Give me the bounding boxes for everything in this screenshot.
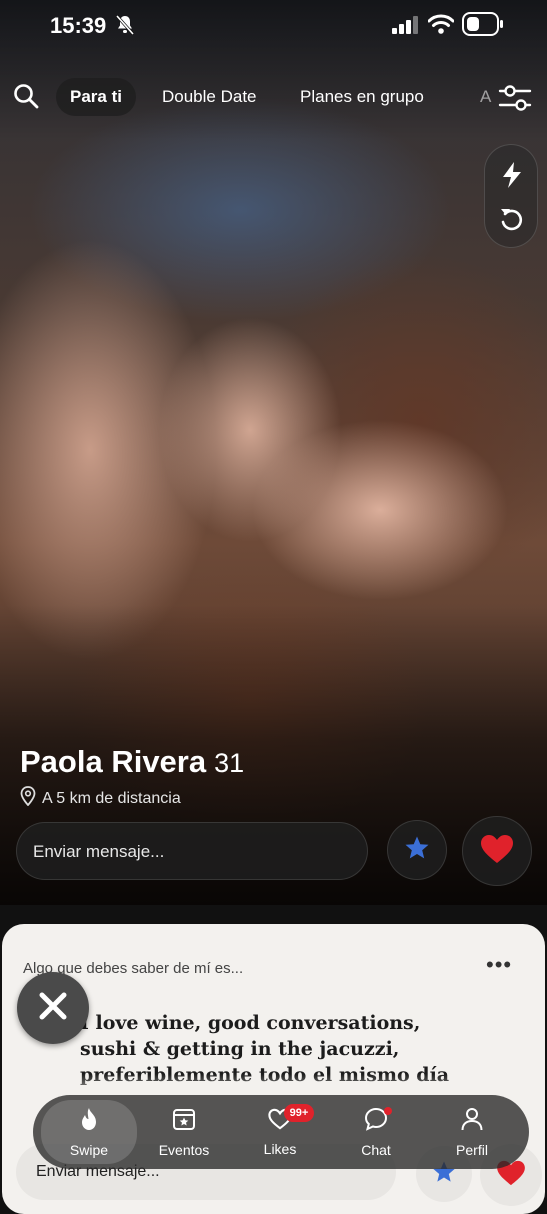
tab-para-ti[interactable]: Para ti xyxy=(56,78,136,116)
status-time: 15:39 xyxy=(50,13,107,38)
bio-line: I love wine, good conversations, xyxy=(80,1012,421,1034)
bell-slash-icon xyxy=(115,14,135,41)
profile-name: Paola Rivera xyxy=(20,744,207,779)
location-pin-icon xyxy=(20,786,36,811)
battery-icon xyxy=(462,12,504,41)
tab-chat-label: Chat xyxy=(361,1141,391,1158)
likes-badge: 99+ xyxy=(284,1104,314,1122)
tab-swipe-label: Swipe xyxy=(69,1141,109,1158)
dislike-button[interactable] xyxy=(17,972,89,1044)
profile-name-row: Paola Rivera 31 xyxy=(20,744,244,780)
tab-eventos[interactable]: Eventos xyxy=(136,1095,232,1169)
flame-icon xyxy=(78,1107,100,1136)
super-like-button[interactable] xyxy=(387,820,447,880)
filter-icon[interactable] xyxy=(498,82,532,114)
profile-age: 31 xyxy=(214,748,245,778)
tab-likes[interactable]: 99+ Likes xyxy=(232,1095,328,1169)
like-button[interactable] xyxy=(462,816,532,886)
profile-distance: A 5 km de distancia xyxy=(42,789,181,807)
rewind-icon[interactable] xyxy=(499,205,525,233)
tab-likes-label: Likes xyxy=(263,1140,297,1157)
profile-distance-row: A 5 km de distancia xyxy=(20,786,181,811)
search-icon[interactable] xyxy=(12,82,40,110)
tab-swipe[interactable]: Swipe xyxy=(41,1100,137,1164)
tab-overflow[interactable]: A xyxy=(480,78,491,116)
message-input[interactable]: Enviar mensaje... xyxy=(16,822,368,880)
tab-perfil-label: Perfil xyxy=(456,1141,488,1158)
boost-rewind-pill xyxy=(484,144,538,248)
bottom-tab-bar: Swipe Eventos 99+ Likes Chat Perfil xyxy=(33,1095,529,1169)
wifi-icon xyxy=(427,13,455,40)
status-bar: 15:39 xyxy=(0,0,547,50)
tab-perfil[interactable]: Perfil xyxy=(424,1095,520,1169)
tab-chat[interactable]: Chat xyxy=(328,1095,424,1169)
bio-line: sushi & getting in the jacuzzi, xyxy=(80,1038,400,1060)
tab-double-date[interactable]: Double Date xyxy=(148,78,271,116)
close-icon xyxy=(37,990,69,1027)
tab-eventos-label: Eventos xyxy=(158,1141,210,1158)
calendar-star-icon xyxy=(172,1107,196,1136)
top-navigation: Para ti Double Date Planes en grupo A xyxy=(0,72,547,120)
bio-card: Algo que debes saber de mí es... ••• I l… xyxy=(2,924,545,1214)
heart-icon xyxy=(480,834,514,869)
star-icon xyxy=(404,835,430,866)
person-icon xyxy=(460,1107,484,1136)
more-icon[interactable]: ••• xyxy=(486,952,512,978)
tab-planes-en-grupo[interactable]: Planes en grupo xyxy=(286,78,438,116)
bolt-icon[interactable] xyxy=(499,161,525,189)
chat-notification-dot xyxy=(384,1107,392,1115)
signal-icon xyxy=(392,16,418,39)
